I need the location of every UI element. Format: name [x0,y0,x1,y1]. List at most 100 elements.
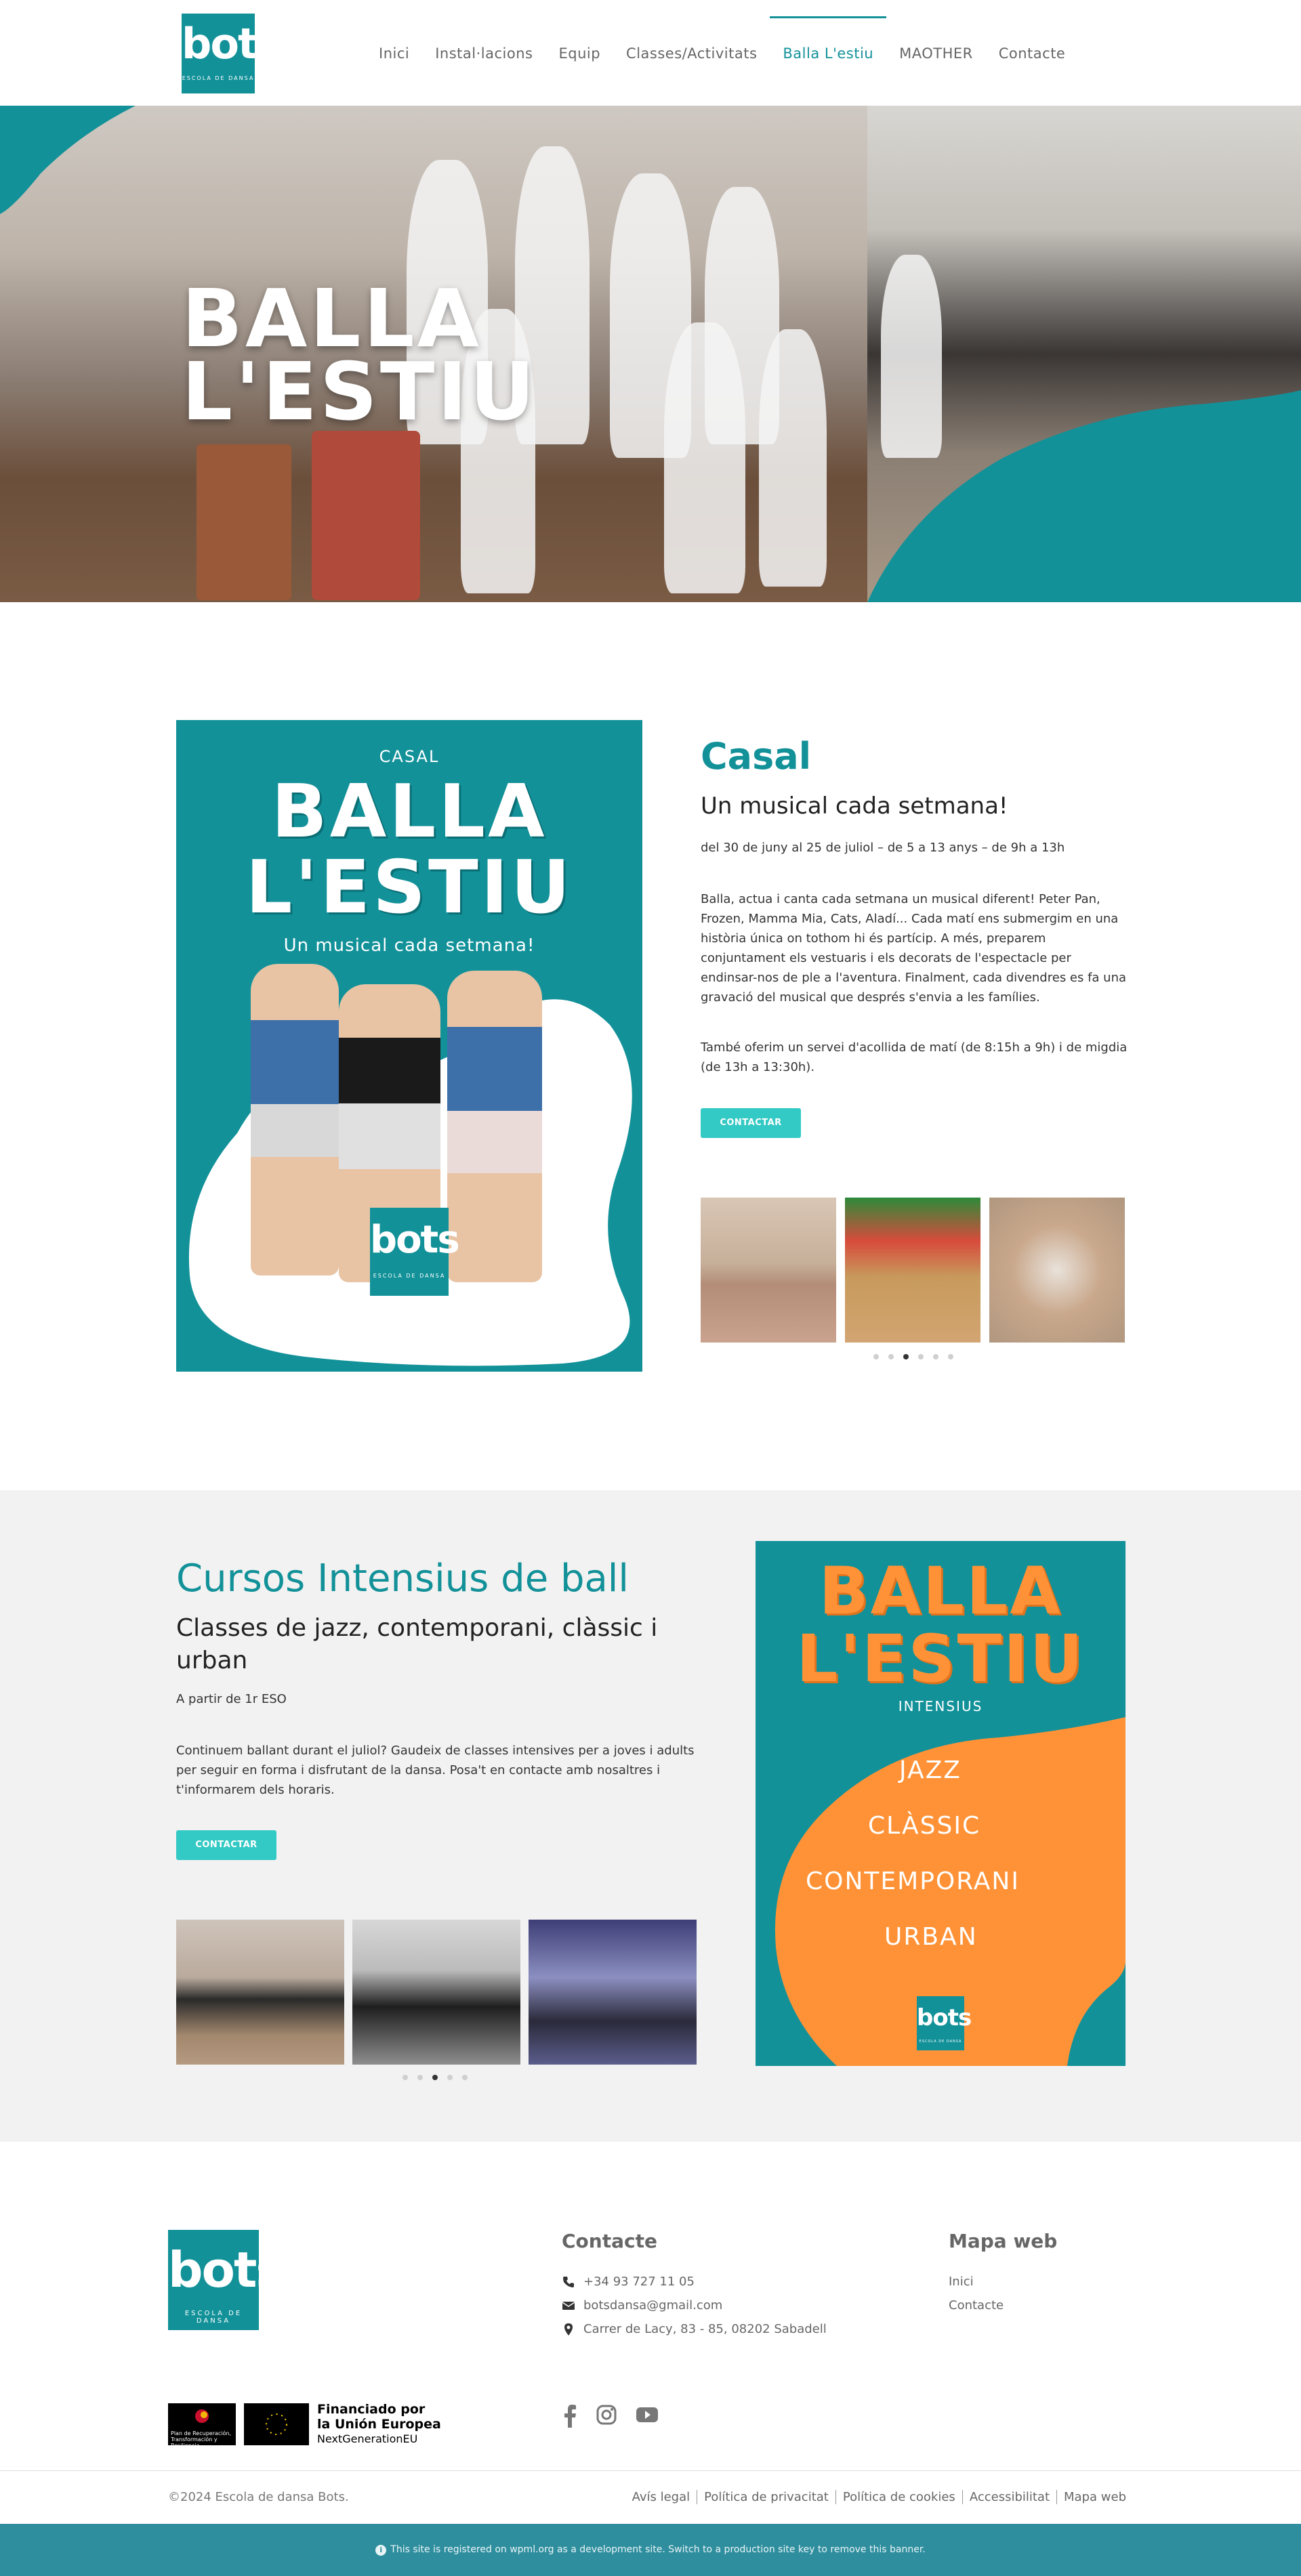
hero-title: BALLA L'ESTIU [182,272,538,438]
intensius-title: Cursos Intensius de ball [176,1557,629,1601]
instagram-icon[interactable] [596,2405,617,2425]
carousel-dot[interactable] [933,1354,938,1359]
intensius-carousel-image[interactable] [176,1920,344,2065]
casal-carousel-image[interactable] [845,1198,980,1343]
hero-title-line1: BALLA [182,272,482,365]
info-icon: i [375,2545,387,2556]
casal-poster: CASAL BALLA L'ESTIU Un musical cada setm… [176,720,642,1372]
nav-maother[interactable]: MAOTHER [886,16,986,91]
logo-word: bots [182,19,282,68]
carousel-dot-active[interactable] [432,2075,438,2080]
main-nav: Inici Instal·lacions Equip Classes/Activ… [366,16,1078,91]
eu-line1: Financiado por [317,2402,426,2417]
nav-contacte[interactable]: Contacte [986,16,1079,91]
intensius-poster-line1: BALLA [819,1553,1062,1629]
intensius-poster-logo: bots ESCOLA DE DANSA [917,1996,972,2050]
nav-inici[interactable]: Inici [366,16,422,91]
intensius-poster-big-title: BALLA L'ESTIU [756,1557,1126,1693]
wpml-dev-banner: i This site is registered on wpml.org as … [0,2524,1301,2576]
legal-avis[interactable]: Avís legal [625,2490,697,2504]
legal-accessibilitat[interactable]: Accessibilitat [962,2490,1056,2504]
poster-subtitle: Un musical cada setmana! [283,935,535,956]
footer-sitemap-heading: Mapa web [949,2230,1058,2252]
carousel-dot[interactable] [417,2075,423,2080]
nav-equip[interactable]: Equip [545,16,613,91]
carousel-dot[interactable] [918,1354,924,1359]
intensius-poster-label: INTENSIUS [898,1698,983,1714]
casal-dates: del 30 de juny al 25 de juliol – de 5 a … [701,841,1065,855]
casal-carousel-image[interactable] [989,1198,1125,1343]
legal-cookies[interactable]: Política de cookies [835,2490,962,2504]
carousel-dot[interactable] [888,1354,894,1359]
poster-big-line2: L'ESTIU [245,845,573,930]
intensius-carousel-image[interactable] [529,1920,697,2065]
recovery-plan-logo: Plan de Recuperación, Transformación y R… [168,2403,236,2449]
logo-sub: ESCOLA DE DANSA [182,75,255,81]
eu-funding-block: Plan de Recuperación, Transformación y R… [168,2402,441,2449]
casal-description: Balla, actua i canta cada setmana un mus… [701,892,1127,1005]
carousel-dot[interactable] [447,2075,453,2080]
poster-dancer [447,971,542,1282]
casal-description-2: També oferim un servei d'acollida de mat… [701,1040,1128,1074]
nav-classes[interactable]: Classes/Activitats [613,16,770,91]
envelope-icon [562,2301,575,2310]
footer-contact-heading: Contacte [562,2230,657,2252]
eu-line3: NextGenerationEU [317,2432,418,2445]
eu-flag [244,2403,309,2445]
intensius-carousel-dots [402,2075,468,2080]
casal-contact-button[interactable]: CONTACTAR [701,1108,801,1138]
dev-banner-text: This site is registered on wpml.org as a… [390,2544,926,2555]
carousel-dot[interactable] [402,2075,408,2080]
footer-logo-sub: ESCOLA DE DANSA [184,2310,243,2325]
legal-mapa-web[interactable]: Mapa web [1056,2490,1133,2504]
intensius-poster-logo-sub: ESCOLA DE DANSA [919,2040,962,2044]
poster-big-line1: BALLA [271,769,548,854]
footer-email[interactable]: botsdansa@gmail.com [562,2298,722,2313]
footer-phone[interactable]: +34 93 727 11 05 [562,2275,695,2289]
intensius-age: A partir de 1r ESO [176,1692,287,1706]
recovery-plan-emblem-icon [195,2409,209,2423]
footer-phone-text: +34 93 727 11 05 [583,2275,695,2289]
footer-logo-word: bots [168,2241,285,2298]
footer-divider [0,2470,1301,2471]
footer-email-text: botsdansa@gmail.com [583,2298,723,2313]
intensius-poster: BALLA L'ESTIU INTENSIUS JAZZ CLÀSSIC CON… [756,1541,1126,2066]
carousel-dot[interactable] [948,1354,953,1359]
nav-balla-lestiu[interactable]: Balla L'estiu [770,16,886,91]
site-header: bots ESCOLA DE DANSA Inici Instal·lacion… [0,0,1301,106]
footer-logo[interactable]: bots ESCOLA DE DANSA [168,2230,285,2330]
casal-subtitle: Un musical cada setmana! [701,793,1008,820]
poster-casal-label: CASAL [379,747,440,766]
eu-stars-icon [266,2413,287,2435]
poster-item-contemporani: CONTEMPORANI [806,1867,1020,1895]
intensius-contact-button[interactable]: CONTACTAR [176,1830,276,1860]
copyright: ©2024 Escola de dansa Bots. [168,2490,349,2504]
legal-links: Avís legal Política de privacitat Políti… [625,2490,1133,2504]
carousel-dot[interactable] [462,2075,468,2080]
intensius-subtitle: Classes de jazz, contemporani, clàssic i… [176,1614,658,1674]
eu-funding-text: Financiado por la Unión Europea NextGene… [317,2402,441,2447]
site-logo[interactable]: bots ESCOLA DE DANSA [182,14,282,93]
facebook-icon[interactable] [562,2405,577,2428]
intensius-description: Continuem ballant durant el juliol? Gaud… [176,1744,695,1797]
casal-carousel-image[interactable] [701,1198,836,1343]
legal-privacitat[interactable]: Política de privacitat [697,2490,835,2504]
youtube-icon[interactable] [636,2405,659,2425]
poster-item-urban: URBAN [884,1923,978,1951]
eu-line2: la Unión Europea [317,2417,441,2432]
footer-sitemap-contacte[interactable]: Contacte [949,2298,1004,2313]
poster-item-jazz: JAZZ [899,1756,962,1784]
carousel-dot[interactable] [873,1354,879,1359]
recovery-plan-text: Plan de Recuperación, Transformación y R… [171,2430,232,2449]
location-pin-icon [564,2323,573,2336]
poster-logo-word: bots [370,1218,460,1262]
phone-icon [563,2276,574,2287]
poster-logo: bots ESCOLA DE DANSA [370,1208,460,1296]
poster-item-classic: CLÀSSIC [868,1812,981,1840]
carousel-dot-active[interactable] [903,1354,909,1359]
intensius-carousel-image[interactable] [352,1920,520,2065]
footer-sitemap-inici[interactable]: Inici [949,2275,974,2289]
nav-installacions[interactable]: Instal·lacions [422,16,545,91]
casal-carousel-dots [873,1354,953,1359]
hero-title-line2: L'ESTIU [182,345,538,438]
